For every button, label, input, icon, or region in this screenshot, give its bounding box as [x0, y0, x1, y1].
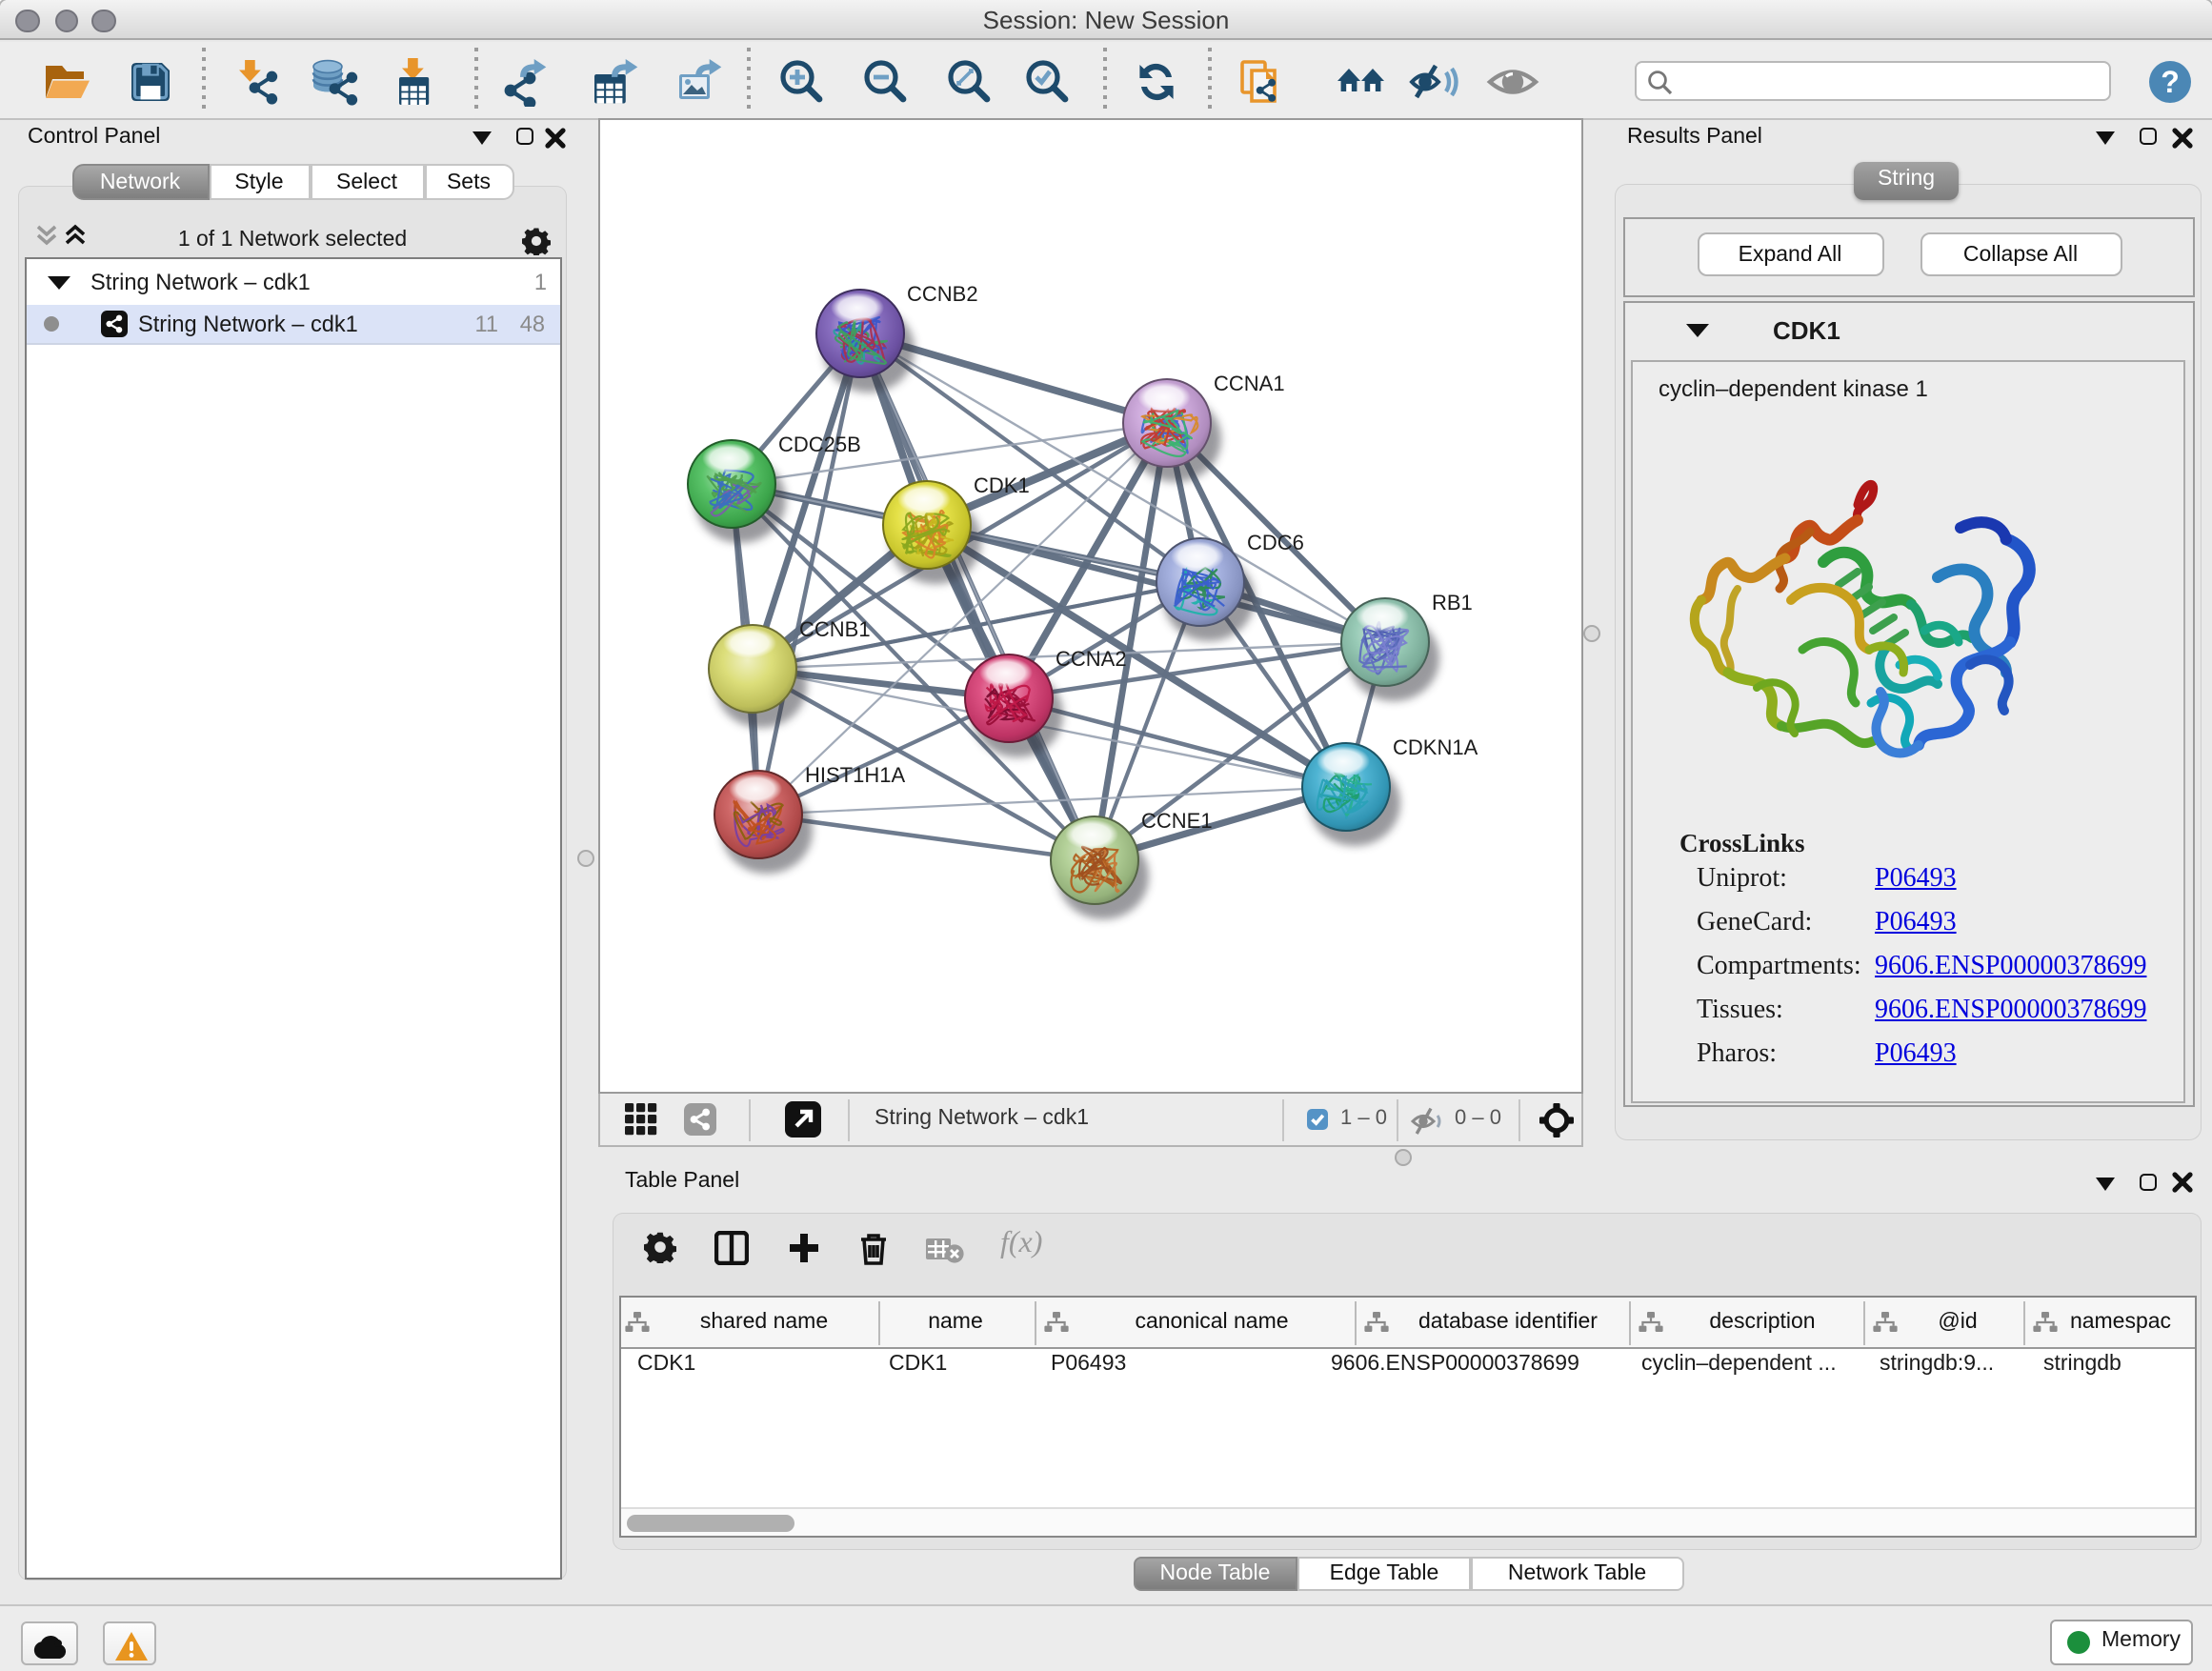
svg-text:HIST1H1A: HIST1H1A — [805, 763, 905, 787]
svg-text:CCNA2: CCNA2 — [1056, 647, 1127, 671]
svg-text:CDC6: CDC6 — [1247, 531, 1304, 554]
svg-text:?: ? — [2161, 65, 2180, 99]
svg-text:CCNB2: CCNB2 — [907, 282, 978, 306]
svg-text:CCNA1: CCNA1 — [1214, 372, 1285, 395]
svg-text:CDC25B: CDC25B — [778, 433, 861, 456]
svg-text:CDK1: CDK1 — [974, 473, 1030, 497]
svg-text:RB1: RB1 — [1432, 591, 1473, 614]
svg-text:CCNB1: CCNB1 — [799, 617, 871, 641]
svg-text:CDKN1A: CDKN1A — [1393, 735, 1478, 759]
svg-text:CCNE1: CCNE1 — [1141, 809, 1213, 833]
